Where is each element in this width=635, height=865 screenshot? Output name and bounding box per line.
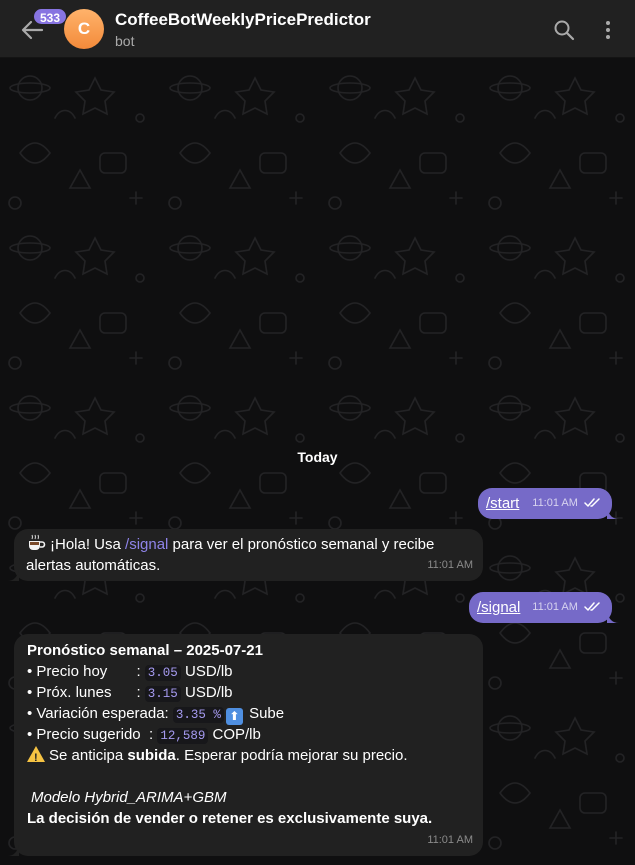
monday-price-value[interactable]: 3.15: [144, 686, 181, 702]
welcome-text-line2: alertas automáticas.: [26, 557, 161, 574]
more-menu-button[interactable]: [598, 19, 618, 41]
warning-suffix: . Esperar podría mejorar su precio.: [175, 747, 408, 764]
welcome-text-suffix: para ver el pronóstico semanal y recibe: [168, 536, 435, 553]
message-time: 11:01 AM: [532, 601, 578, 613]
forecast-message[interactable]: Pronóstico semanal – 2025-07-21 • Precio…: [7, 634, 483, 856]
message-time: 11:01 AM: [427, 559, 473, 571]
forecast-row-variation: • Variación esperada: 3.35 % ⬆ Sube: [27, 703, 432, 725]
warning-emoji: [27, 746, 45, 769]
model-name: Modelo Hybrid_ARIMA+GBM: [31, 789, 227, 806]
row-label: • Variación esperada:: [27, 705, 173, 722]
trend-label: Sube: [244, 705, 285, 722]
today-price-value[interactable]: 3.05: [144, 665, 181, 681]
forecast-row-monday: • Próx. lunes : 3.15 USD/lb: [27, 682, 432, 703]
message-list[interactable]: Today /start 11:01 AM ¡Hola! Usa /signal…: [0, 58, 635, 865]
message-meta: 11:01 AM: [532, 597, 602, 618]
forecast-title: Pronóstico semanal – 2025-07-21: [27, 642, 263, 659]
variation-value[interactable]: 3.35 %: [172, 707, 224, 723]
welcome-text-prefix: ¡Hola! Usa: [50, 536, 126, 553]
search-button[interactable]: [553, 19, 575, 41]
double-check-icon: [584, 602, 600, 611]
bubble-tail: [7, 569, 19, 581]
bubble-tail: [7, 844, 19, 856]
message-time: 11:01 AM: [427, 834, 473, 846]
up-arrow-emoji: ⬆: [225, 708, 243, 725]
hot-beverage-emoji: [29, 534, 46, 550]
date-separator: Today: [297, 449, 338, 465]
bubble-tail: [607, 507, 619, 519]
avatar[interactable]: C: [64, 9, 104, 49]
bubble-tail: [607, 611, 619, 623]
message-meta: 11:01 AM: [532, 493, 602, 514]
chat-subtitle: bot: [115, 33, 135, 49]
disclaimer: La decisión de vender o retener es exclu…: [27, 810, 433, 827]
row-label: • Precio hoy :: [27, 663, 145, 680]
incoming-message[interactable]: ¡Hola! Usa /signal para ver el pronóstic…: [7, 529, 483, 581]
message-time: 11:01 AM: [532, 497, 578, 509]
warning-prefix: Se anticipa: [49, 747, 128, 764]
forecast-warning: Se anticipa subida. Esperar podría mejor…: [27, 745, 432, 769]
message-text-line: ¡Hola! Usa /signal para ver el pronóstic…: [26, 534, 434, 555]
forecast-row-suggested: • Precio sugerido : 12,589 COP/lb: [27, 724, 432, 745]
suggested-price-value[interactable]: 12,589: [157, 728, 209, 744]
chat-header: 533 C CoffeeBotWeeklyPricePredictor bot: [0, 0, 635, 58]
chat-title[interactable]: CoffeeBotWeeklyPricePredictor: [115, 10, 371, 30]
forecast-row-today: • Precio hoy : 3.05 USD/lb: [27, 661, 432, 682]
row-label: • Precio sugerido :: [27, 726, 158, 743]
search-icon: [554, 20, 575, 41]
unread-count-badge: 533: [32, 7, 69, 26]
double-check-icon: [584, 498, 600, 507]
signal-command-link[interactable]: /signal: [477, 597, 520, 618]
more-vertical-icon: [606, 21, 610, 39]
forecast-content: Pronóstico semanal – 2025-07-21 • Precio…: [27, 640, 432, 829]
row-unit: USD/lb: [180, 663, 233, 680]
row-label: • Próx. lunes :: [27, 684, 145, 701]
outgoing-message[interactable]: /start 11:01 AM: [478, 488, 619, 519]
start-command-link[interactable]: /start: [486, 493, 519, 514]
outgoing-message[interactable]: /signal 11:01 AM: [469, 592, 619, 623]
warning-bold: subida: [127, 747, 176, 764]
row-unit: USD/lb: [180, 684, 233, 701]
signal-command-link[interactable]: /signal: [125, 536, 168, 553]
row-unit: COP/lb: [208, 726, 261, 743]
